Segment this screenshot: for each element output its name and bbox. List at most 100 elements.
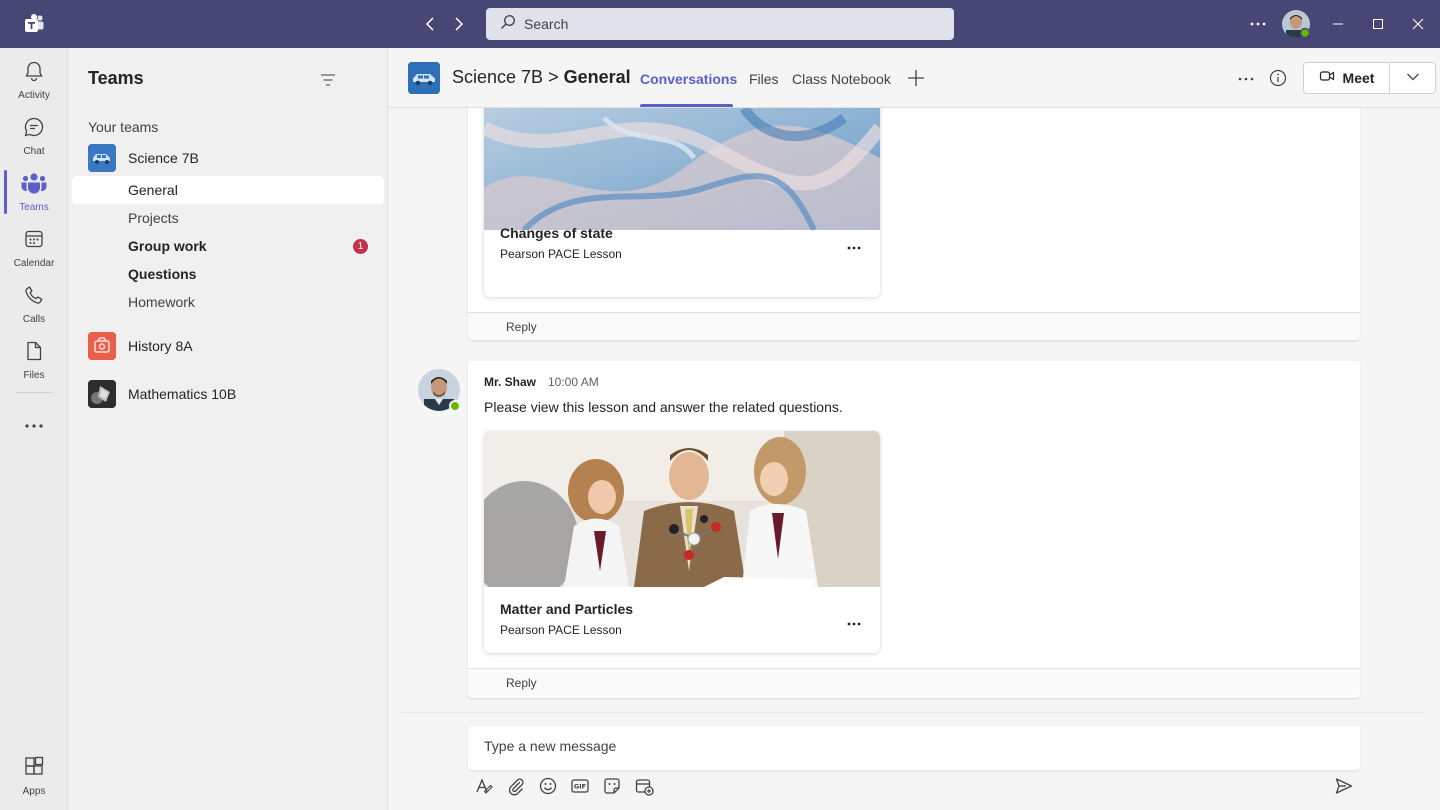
schedule-meeting-icon[interactable] xyxy=(634,776,654,796)
rail-item-activity[interactable]: Activity xyxy=(0,52,68,108)
svg-text:GIF: GIF xyxy=(574,783,586,791)
teams-logo-icon xyxy=(22,12,46,36)
minimize-icon[interactable] xyxy=(1328,14,1348,34)
tab-class-notebook[interactable]: Class Notebook xyxy=(792,71,891,87)
more-icon xyxy=(24,416,44,434)
filter-icon[interactable] xyxy=(318,70,338,90)
rail-item-calls[interactable]: Calls xyxy=(0,276,68,332)
rail-label: Files xyxy=(23,369,45,381)
post-author[interactable]: Mr. Shaw xyxy=(484,375,536,389)
team-item-history-8a[interactable]: History 8A xyxy=(88,332,193,360)
channel-item-general[interactable]: General xyxy=(72,176,384,204)
teams-icon xyxy=(21,172,47,199)
bell-icon xyxy=(23,60,45,87)
info-icon[interactable] xyxy=(1268,68,1288,88)
card-more-icon[interactable] xyxy=(846,240,862,256)
channel-item-questions[interactable]: Questions xyxy=(72,260,384,288)
channel-title: Science 7B > General xyxy=(452,67,631,88)
header-channel-name: General xyxy=(563,67,631,87)
meet-button[interactable]: Meet xyxy=(1304,63,1390,93)
rail-item-files[interactable]: Files xyxy=(0,332,68,388)
header-separator: > xyxy=(548,67,559,87)
reply-button[interactable]: Reply xyxy=(468,668,1360,696)
compose-box xyxy=(468,726,1360,770)
lesson-card[interactable]: Matter and Particles Pearson PACE Lesson xyxy=(484,431,880,653)
user-avatar[interactable] xyxy=(1282,10,1311,39)
channel-item-homework[interactable]: Homework xyxy=(72,288,384,316)
rail-item-chat[interactable]: Chat xyxy=(0,108,68,164)
rail-more-apps[interactable] xyxy=(0,397,68,453)
tab-files[interactable]: Files xyxy=(749,71,779,87)
card-subtitle: Pearson PACE Lesson xyxy=(500,247,622,261)
meet-dropdown-button[interactable] xyxy=(1390,63,1435,93)
sticker-icon[interactable] xyxy=(602,776,622,796)
header-team-name[interactable]: Science 7B xyxy=(452,67,543,87)
channel-label: Homework xyxy=(128,294,195,310)
message-post: Changes of state Pearson PACE Lesson Rep… xyxy=(468,108,1360,340)
rail-label: Calendar xyxy=(13,257,55,269)
rail-label: Apps xyxy=(22,785,46,797)
search-input[interactable]: Search xyxy=(486,8,954,40)
more-options-icon[interactable] xyxy=(1248,14,1268,34)
lesson-thumbnail-marble xyxy=(484,108,880,230)
maximize-icon[interactable] xyxy=(1368,14,1388,34)
channel-item-projects[interactable]: Projects xyxy=(72,204,384,232)
channel-item-group-work[interactable]: Group work 1 xyxy=(72,232,384,260)
rail-item-calendar[interactable]: Calendar xyxy=(0,220,68,276)
rail-divider xyxy=(16,392,52,393)
channel-label: Projects xyxy=(128,210,179,226)
card-subtitle: Pearson PACE Lesson xyxy=(500,623,622,637)
panel-title: Teams xyxy=(88,68,144,88)
conversation-area: Changes of state Pearson PACE Lesson Rep… xyxy=(388,108,1440,712)
rail-item-apps[interactable]: Apps xyxy=(0,748,68,804)
format-icon[interactable] xyxy=(474,776,494,796)
rail-label: Teams xyxy=(19,201,49,213)
close-icon[interactable] xyxy=(1408,14,1428,34)
channel-label: Group work xyxy=(128,238,207,254)
forward-arrow-icon[interactable] xyxy=(449,14,469,34)
team-car-icon xyxy=(408,62,440,94)
emoji-icon[interactable] xyxy=(538,776,558,796)
title-bar: Search xyxy=(0,0,1440,48)
search-icon xyxy=(500,14,516,35)
reply-button[interactable]: Reply xyxy=(468,312,1360,340)
car-icon xyxy=(88,144,116,172)
team-item-science-7b[interactable]: Science 7B xyxy=(88,144,199,172)
teams-panel: Teams Your teams Science 7B General Proj… xyxy=(68,48,388,810)
lesson-thumbnail-classroom xyxy=(484,431,880,587)
send-icon[interactable] xyxy=(1334,776,1354,796)
rail-item-teams[interactable]: Teams xyxy=(0,164,68,220)
back-arrow-icon[interactable] xyxy=(420,14,440,34)
gif-icon[interactable]: GIF xyxy=(570,776,590,796)
calendar-icon xyxy=(23,228,45,255)
active-tab-indicator xyxy=(640,104,733,107)
phone-icon xyxy=(23,284,45,311)
meet-button-group: Meet xyxy=(1303,62,1436,94)
compose-divider xyxy=(402,712,1426,713)
author-avatar[interactable] xyxy=(418,369,461,412)
more-options-icon[interactable] xyxy=(1236,69,1256,89)
history-team-icon xyxy=(88,332,116,360)
mathematics-team-icon xyxy=(88,380,116,408)
message-post: Mr. Shaw 10:00 AM Please view this lesso… xyxy=(468,361,1360,698)
search-placeholder: Search xyxy=(524,16,569,32)
card-more-icon[interactable] xyxy=(846,616,862,632)
chevron-down-icon xyxy=(1406,69,1420,87)
attach-icon[interactable] xyxy=(506,776,526,796)
post-body: Please view this lesson and answer the r… xyxy=(484,399,843,415)
team-item-mathematics-10b[interactable]: Mathematics 10B xyxy=(88,380,236,408)
file-icon xyxy=(23,340,45,367)
add-tab-icon[interactable] xyxy=(906,68,926,88)
tab-conversations[interactable]: Conversations xyxy=(640,71,737,87)
rail-label: Chat xyxy=(23,145,45,157)
rail-label: Activity xyxy=(18,89,50,101)
message-input[interactable] xyxy=(484,738,1344,754)
rail-label: Calls xyxy=(22,313,46,325)
unread-badge: 1 xyxy=(353,239,368,254)
post-timestamp: 10:00 AM xyxy=(548,375,599,389)
team-name: Science 7B xyxy=(128,150,199,166)
reply-label: Reply xyxy=(506,676,537,690)
lesson-card[interactable]: Changes of state Pearson PACE Lesson xyxy=(484,108,880,297)
video-camera-icon xyxy=(1319,68,1335,89)
channel-label: Questions xyxy=(128,266,197,282)
